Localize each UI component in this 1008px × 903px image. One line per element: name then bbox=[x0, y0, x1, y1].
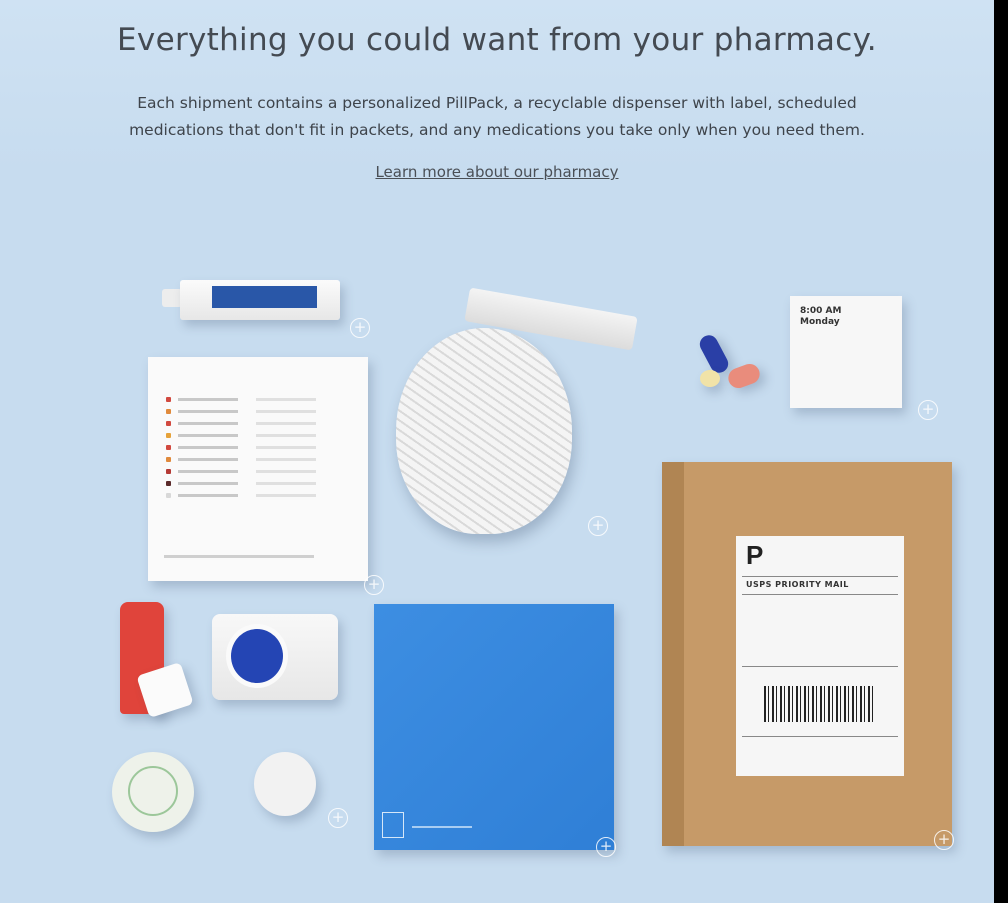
shipping-box-image: P USPS PRIORITY MAIL bbox=[662, 462, 952, 846]
yellow-tablet-image bbox=[700, 370, 720, 387]
pill-packet-roll-image bbox=[396, 287, 638, 534]
sheet-plus-icon[interactable]: + bbox=[364, 575, 384, 595]
label-service: USPS PRIORITY MAIL bbox=[746, 580, 849, 589]
pouch-day-value: Monday bbox=[800, 317, 840, 327]
hero-description: Each shipment contains a personalized Pi… bbox=[30, 90, 964, 144]
box-text bbox=[412, 826, 472, 828]
pill-pouch-image: 8:00 AM Monday bbox=[790, 296, 902, 408]
small-bottle-top-image bbox=[254, 752, 316, 816]
blue-capsule-image bbox=[696, 332, 732, 376]
sheet-row bbox=[166, 469, 336, 474]
shipping-plus-icon[interactable]: + bbox=[934, 830, 954, 850]
label-divider bbox=[742, 736, 898, 737]
sheet-row bbox=[166, 457, 336, 462]
sheet-row bbox=[166, 421, 336, 426]
roll-plus-icon[interactable]: + bbox=[588, 516, 608, 536]
box-plus-icon[interactable]: + bbox=[596, 837, 616, 857]
hero-description-line-1: Each shipment contains a personalized Pi… bbox=[137, 94, 857, 112]
shipping-label: P USPS PRIORITY MAIL bbox=[736, 536, 904, 776]
sheet-footer bbox=[164, 555, 314, 558]
learn-more-link[interactable]: Learn more about our pharmacy bbox=[375, 163, 618, 181]
sheet-row bbox=[166, 493, 336, 498]
label-divider bbox=[742, 666, 898, 667]
barcode-image bbox=[764, 686, 876, 722]
medication-list-sheet-image bbox=[148, 357, 368, 581]
pharmacy-panel: Everything you could want from your phar… bbox=[0, 0, 994, 903]
learn-more-container: Learn more about our pharmacy bbox=[0, 163, 994, 181]
cream-tube-image bbox=[162, 276, 340, 326]
label-divider bbox=[742, 594, 898, 595]
roll-body bbox=[396, 328, 572, 534]
bottle-cap bbox=[226, 624, 288, 688]
tube-label bbox=[212, 286, 317, 308]
hero-description-line-2: medications that don't fit in packets, a… bbox=[129, 121, 865, 139]
pouch-time-value: 8:00 AM bbox=[800, 306, 842, 316]
pill-bottle-top-image bbox=[112, 752, 194, 832]
tube-cap bbox=[162, 289, 182, 307]
label-divider bbox=[742, 576, 898, 577]
sheet-row bbox=[166, 409, 336, 414]
pillpack-logo bbox=[382, 812, 404, 838]
pink-tablet-image bbox=[725, 361, 763, 391]
tube-plus-icon[interactable]: + bbox=[350, 318, 370, 338]
sheet-row bbox=[166, 481, 336, 486]
tube-body bbox=[180, 280, 340, 320]
hero-title: Everything you could want from your phar… bbox=[117, 22, 877, 58]
pillpack-dispenser-box-image bbox=[374, 604, 614, 850]
pouch-plus-icon[interactable]: + bbox=[918, 400, 938, 420]
sheet-row bbox=[166, 445, 336, 450]
liquid-bottle-image bbox=[212, 614, 338, 700]
label-priority-letter: P bbox=[746, 540, 764, 570]
sheet-row bbox=[166, 397, 336, 402]
pouch-time: 8:00 AM Monday bbox=[800, 306, 841, 328]
inhaler-image bbox=[118, 602, 196, 720]
sheet-row bbox=[166, 433, 336, 438]
bottles-plus-icon[interactable]: + bbox=[328, 808, 348, 828]
